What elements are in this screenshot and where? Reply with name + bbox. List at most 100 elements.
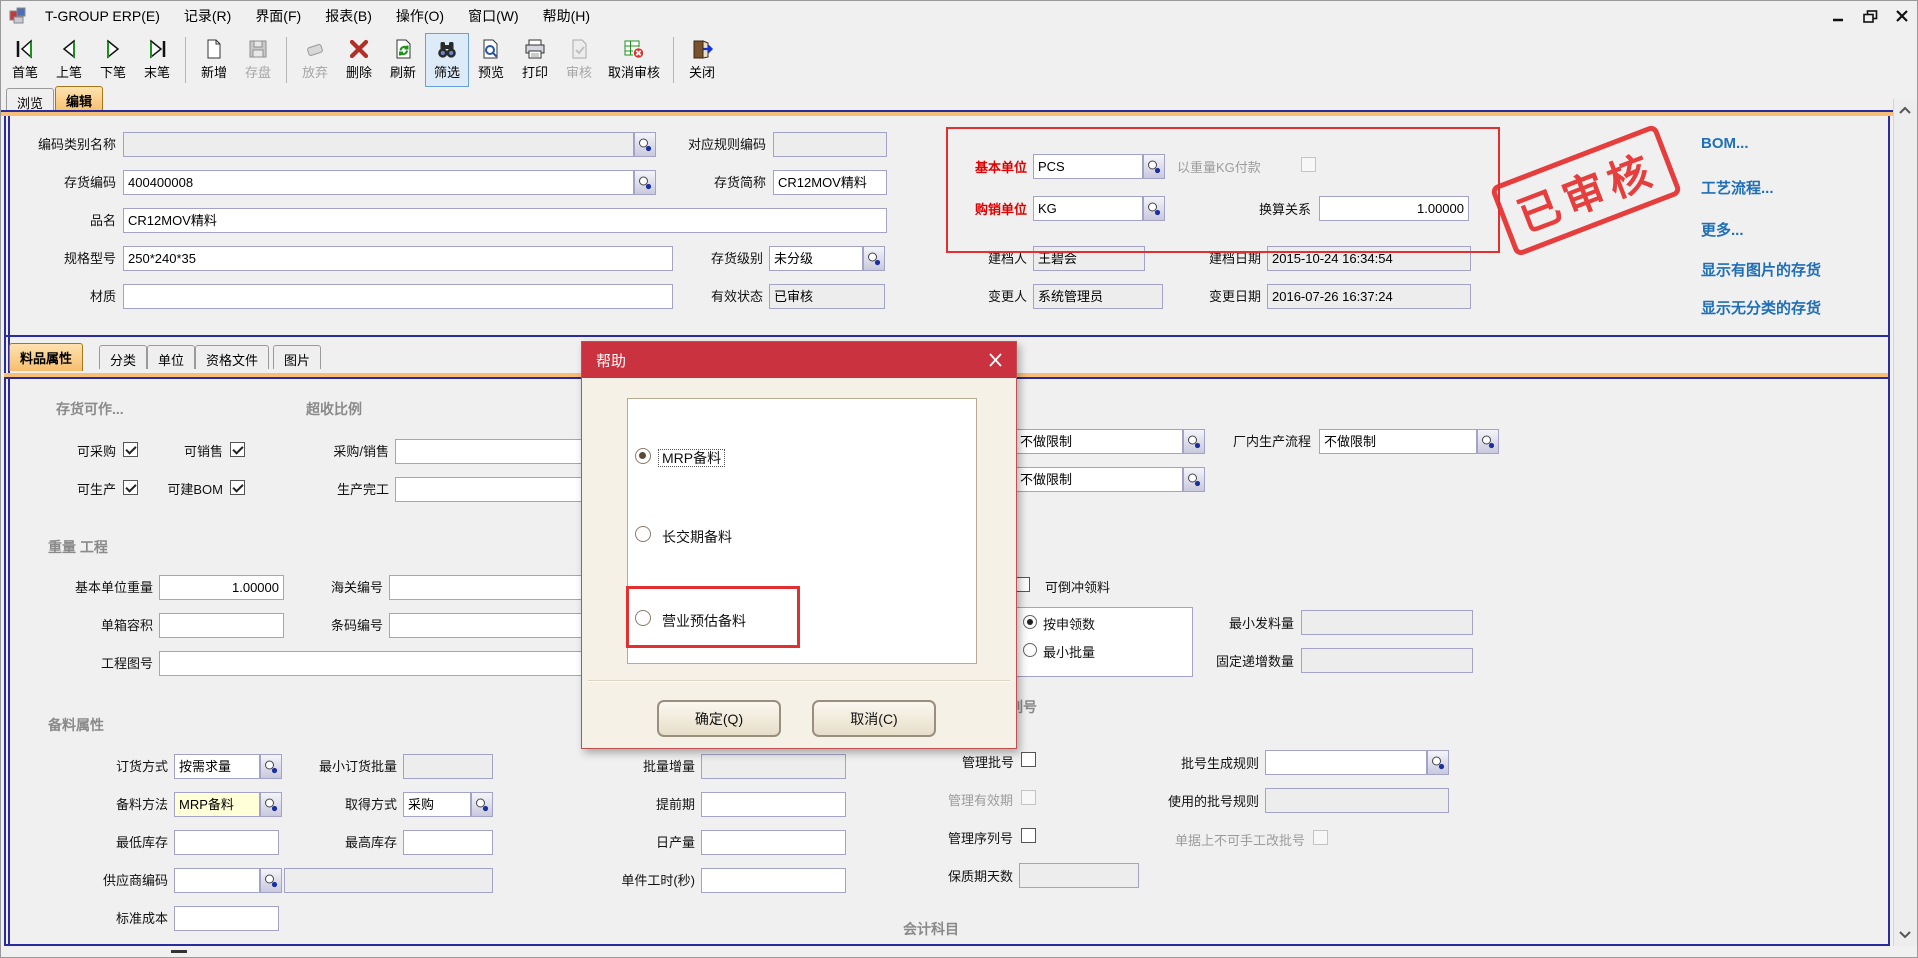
first-record-button[interactable]: 首笔 — [3, 33, 47, 87]
prep-method-field[interactable]: MRP备料 — [174, 792, 260, 817]
min-stock-field[interactable] — [174, 830, 279, 855]
unit-hours-field[interactable] — [701, 868, 846, 893]
menu-window[interactable]: 窗口(W) — [456, 1, 531, 31]
lookup-button[interactable] — [1477, 429, 1499, 454]
limit2-field[interactable]: 不做限制 — [1015, 467, 1183, 492]
order-mode-field[interactable]: 按需求量 — [174, 754, 260, 779]
cancel-audit-button[interactable]: 取消审核 — [601, 33, 667, 87]
trade-unit-field[interactable]: KG — [1033, 196, 1143, 221]
item-code-field[interactable]: 400400008 — [123, 170, 634, 195]
subtab-item-attrs[interactable]: 料品属性 — [9, 343, 83, 371]
lookup-button[interactable] — [260, 792, 282, 817]
max-stock-field[interactable] — [403, 830, 493, 855]
material-field[interactable] — [123, 284, 673, 309]
filter-button[interactable]: 筛选 — [425, 33, 469, 87]
show-with-image-link[interactable]: 显示有图片的存货 — [1701, 259, 1821, 280]
drawing-field[interactable] — [159, 651, 595, 676]
batch-rule-field[interactable] — [1265, 750, 1427, 775]
customs-field[interactable] — [389, 575, 595, 600]
lookup-button[interactable] — [1427, 750, 1449, 775]
menu-report[interactable]: 报表(B) — [313, 1, 384, 31]
sales-forecast-option[interactable]: 营业预估备料 — [662, 611, 746, 631]
mrp-prep-radio[interactable] — [635, 448, 651, 464]
base-weight-field[interactable]: 1.00000 — [159, 575, 284, 600]
can-sell-checkbox[interactable] — [230, 442, 245, 457]
ok-button[interactable]: 确定(Q) — [657, 700, 781, 737]
menu-help[interactable]: 帮助(H) — [531, 1, 602, 31]
can-bom-checkbox[interactable] — [230, 480, 245, 495]
tab-edit[interactable]: 编辑 — [55, 86, 103, 112]
can-produce-checkbox[interactable] — [123, 480, 138, 495]
scroll-up-icon[interactable] — [1894, 99, 1916, 121]
base-unit-field[interactable]: PCS — [1033, 154, 1143, 179]
item-name-label: 品名 — [11, 212, 116, 229]
tab-browse[interactable]: 浏览 — [6, 88, 54, 112]
backflush-checkbox[interactable] — [1015, 577, 1030, 592]
print-button[interactable]: 打印 — [513, 33, 557, 87]
prev-record-button[interactable]: 上笔 — [47, 33, 91, 87]
std-cost-field[interactable] — [174, 906, 279, 931]
by-request-radio[interactable] — [1023, 615, 1037, 629]
lookup-button[interactable] — [634, 170, 656, 195]
conversion-field[interactable]: 1.00000 — [1319, 196, 1469, 221]
more-link[interactable]: 更多... — [1701, 219, 1744, 240]
acquire-field[interactable]: 采购 — [403, 792, 471, 817]
lookup-button[interactable] — [1183, 467, 1205, 492]
sales-forecast-radio[interactable] — [635, 610, 651, 626]
vertical-scrollbar[interactable] — [1893, 99, 1918, 946]
preview-button[interactable]: 预览 — [469, 33, 513, 87]
lookup-button[interactable] — [1183, 429, 1205, 454]
can-purchase-checkbox[interactable] — [123, 442, 138, 457]
refresh-button[interactable]: 刷新 — [381, 33, 425, 87]
mrp-prep-option[interactable]: MRP备料 — [658, 448, 725, 468]
long-lead-option[interactable]: 长交期备料 — [662, 527, 732, 547]
over-prod-field[interactable] — [395, 477, 595, 502]
over-ps-field[interactable] — [395, 439, 595, 464]
lookup-button[interactable] — [1143, 154, 1165, 179]
lookup-button[interactable] — [863, 246, 885, 271]
daily-output-field[interactable] — [701, 830, 846, 855]
limit1-field[interactable]: 不做限制 — [1015, 429, 1183, 454]
bom-link[interactable]: BOM... — [1701, 135, 1749, 152]
next-record-button[interactable]: 下笔 — [91, 33, 135, 87]
min-batch-radio[interactable] — [1023, 643, 1037, 657]
minimize-icon[interactable] — [1825, 7, 1851, 25]
menu-app[interactable]: T-GROUP ERP(E) — [33, 3, 172, 29]
menu-interface[interactable]: 界面(F) — [243, 1, 313, 31]
exit-button[interactable]: 关闭 — [680, 33, 724, 87]
lookup-button[interactable] — [260, 868, 282, 893]
lookup-button[interactable] — [1143, 196, 1165, 221]
show-unclassified-link[interactable]: 显示无分类的存货 — [1701, 297, 1821, 318]
barcode-field[interactable] — [389, 613, 595, 638]
manage-serial-checkbox[interactable] — [1021, 828, 1036, 843]
menu-record[interactable]: 记录(R) — [172, 1, 243, 31]
subtab-category[interactable]: 分类 — [99, 345, 147, 369]
item-short-field[interactable]: CR12MOV精料 — [773, 170, 887, 195]
item-name-field[interactable]: CR12MOV精料 — [123, 208, 887, 233]
delete-button[interactable]: 删除 — [337, 33, 381, 87]
dialog-close-icon[interactable] — [974, 342, 1016, 378]
factory-flow-field[interactable]: 不做限制 — [1319, 429, 1477, 454]
process-flow-link[interactable]: 工艺流程... — [1701, 177, 1774, 198]
supplier-field[interactable] — [174, 868, 260, 893]
subtab-unit[interactable]: 单位 — [147, 345, 195, 369]
menu-operate[interactable]: 操作(O) — [384, 1, 456, 31]
new-button[interactable]: 新增 — [192, 33, 236, 87]
spec-field[interactable]: 250*240*35 — [123, 246, 673, 271]
close-icon[interactable] — [1889, 7, 1915, 25]
level-field[interactable]: 未分级 — [769, 246, 863, 271]
manage-batch-checkbox[interactable] — [1021, 752, 1036, 767]
subtab-image[interactable]: 图片 — [273, 345, 321, 369]
box-volume-field[interactable] — [159, 613, 284, 638]
restore-icon[interactable] — [1857, 7, 1883, 25]
last-record-button[interactable]: 末笔 — [135, 33, 179, 87]
lookup-button[interactable] — [260, 754, 282, 779]
lookup-button[interactable] — [634, 132, 656, 157]
weight-section-header: 重量 工程 — [48, 537, 108, 557]
lookup-button[interactable] — [471, 792, 493, 817]
long-lead-radio[interactable] — [635, 526, 651, 542]
subtab-qualification[interactable]: 资格文件 — [195, 345, 269, 369]
cancel-button[interactable]: 取消(C) — [812, 700, 936, 737]
lead-time-field[interactable] — [701, 792, 846, 817]
scroll-down-icon[interactable] — [1894, 924, 1916, 946]
